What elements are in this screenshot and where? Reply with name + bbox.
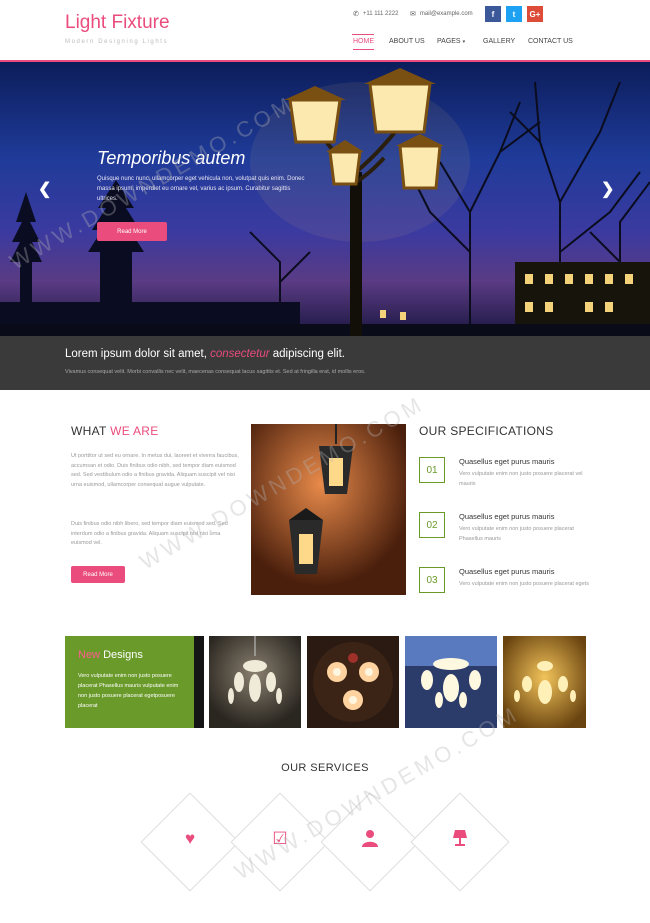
nav-contact-us[interactable]: CONTACT US <box>528 38 573 45</box>
new-designs-text: Vero vulputate enim non justo posuere pl… <box>78 673 179 709</box>
caption-title-start: Lorem ipsum dolor sit amet, <box>65 348 211 360</box>
nav-pages-label: PAGES <box>437 38 461 45</box>
email-contact[interactable]: ✉ mail@example.com <box>410 10 473 18</box>
google-plus-icon[interactable]: G+ <box>527 6 543 22</box>
gallery-edge <box>194 636 204 728</box>
phone-number: +11 111 2222 <box>362 11 399 17</box>
new-designs-box: New Designs Vero vulputate enim non just… <box>65 636 194 728</box>
logo[interactable]: Light Fixture Modern Designing Lights <box>65 12 170 45</box>
about-paragraph-1: Ut porttitor ut sed eu ornare. In metus … <box>71 453 239 488</box>
gallery-chandelier-1[interactable] <box>209 636 301 728</box>
active-nav-indicator <box>352 34 374 35</box>
specs-title: OUR SPECIFICATIONS <box>419 424 554 438</box>
lamp-icon <box>448 829 472 852</box>
spec-number: 03 <box>419 567 445 593</box>
spec-title: Quasellus eget purus mauris <box>459 457 555 466</box>
nav-gallery[interactable]: GALLERY <box>483 38 515 45</box>
heart-icon: ♥ <box>184 829 196 848</box>
new-designs-title: New Designs <box>78 649 143 661</box>
spec-number: 02 <box>419 512 445 538</box>
caption-bar: Lorem ipsum dolor sit amet, consectetur … <box>0 336 650 390</box>
about-title-start: WHAT <box>71 424 111 438</box>
logo-title[interactable]: Light Fixture <box>65 12 170 34</box>
twitter-icon[interactable]: t <box>506 6 522 22</box>
about-title-highlight: WE ARE <box>110 424 159 438</box>
logo-subtitle: Modern Designing Lights <box>65 39 169 45</box>
phone-icon: ✆ <box>353 11 359 18</box>
chevron-down-icon: ▾ <box>462 39 466 45</box>
about-read-more-button[interactable]: Read More <box>71 566 125 583</box>
new-designs-title-rest: Designs <box>100 649 143 661</box>
slider-prev-arrow[interactable]: ❮ <box>38 179 51 199</box>
slider-next-arrow[interactable]: ❯ <box>601 179 614 199</box>
spec-text: Vero vulputate enim non justo posuere pl… <box>459 526 574 542</box>
site-header: Light Fixture Modern Designing Lights ✆ … <box>0 0 650 60</box>
nav-pages[interactable]: PAGES ▾ <box>437 38 465 45</box>
facebook-icon[interactable]: f <box>485 6 501 22</box>
spec-title: Quasellus eget purus mauris <box>459 512 555 521</box>
spec-text: Vero vulputate enim non justo posuere pl… <box>459 581 589 587</box>
spec-text: Vero vulputate enim non justo posuere pl… <box>459 471 583 487</box>
mail-icon: ✉ <box>410 11 416 18</box>
email-address[interactable]: mail@example.com <box>420 11 473 17</box>
spec-title: Quasellus eget purus mauris <box>459 567 555 576</box>
caption-title: Lorem ipsum dolor sit amet, consectetur … <box>65 348 345 360</box>
spec-number: 01 <box>419 457 445 483</box>
new-designs-title-highlight: New <box>78 649 101 661</box>
phone-contact: ✆ +11 111 2222 <box>353 10 398 18</box>
caption-text: Vivamus consequat velit. Morbi convallis… <box>65 369 366 375</box>
nav-home[interactable]: HOME <box>353 38 374 50</box>
caption-title-highlight: consectetur <box>210 348 270 360</box>
user-icon <box>358 829 382 852</box>
gallery-chandelier-2[interactable] <box>307 636 399 728</box>
gallery-chandelier-3[interactable] <box>405 636 497 728</box>
services-title: OUR SERVICES <box>281 762 369 774</box>
hero-read-more-button[interactable]: Read More <box>97 222 167 241</box>
nav-about-us[interactable]: ABOUT US <box>389 38 425 45</box>
caption-title-end: adipiscing elit. <box>269 348 345 360</box>
about-title: WHAT WE ARE <box>71 424 159 438</box>
